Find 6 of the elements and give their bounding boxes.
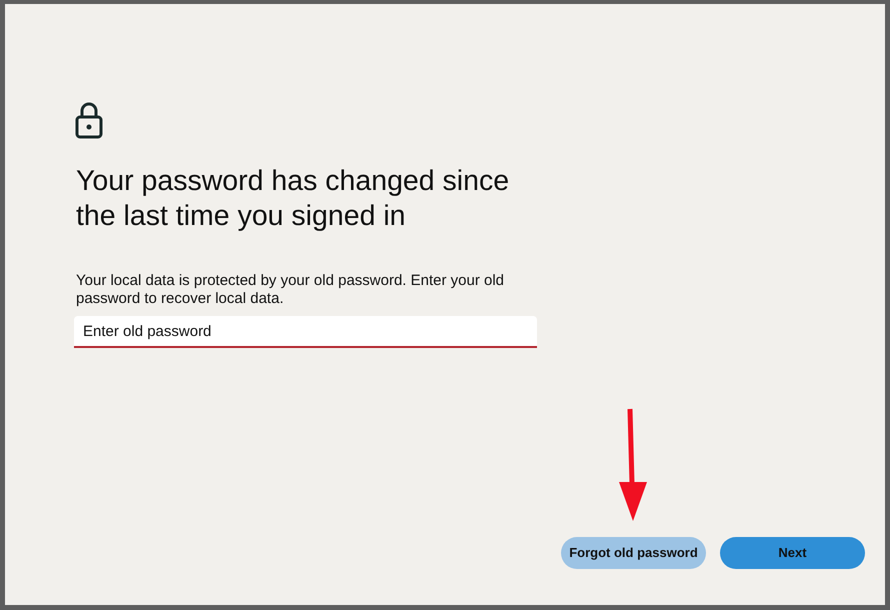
heading: Your password has changed since the last time you signed in — [76, 164, 510, 234]
next-button[interactable]: Next — [720, 537, 865, 569]
forgot-password-button[interactable]: Forgot old password — [561, 537, 706, 569]
lock-icon — [74, 100, 104, 140]
description-text: Your local data is protected by your old password. Enter your old password to recover local data. — [76, 272, 506, 308]
password-field[interactable]: Enter old password — [74, 316, 537, 348]
